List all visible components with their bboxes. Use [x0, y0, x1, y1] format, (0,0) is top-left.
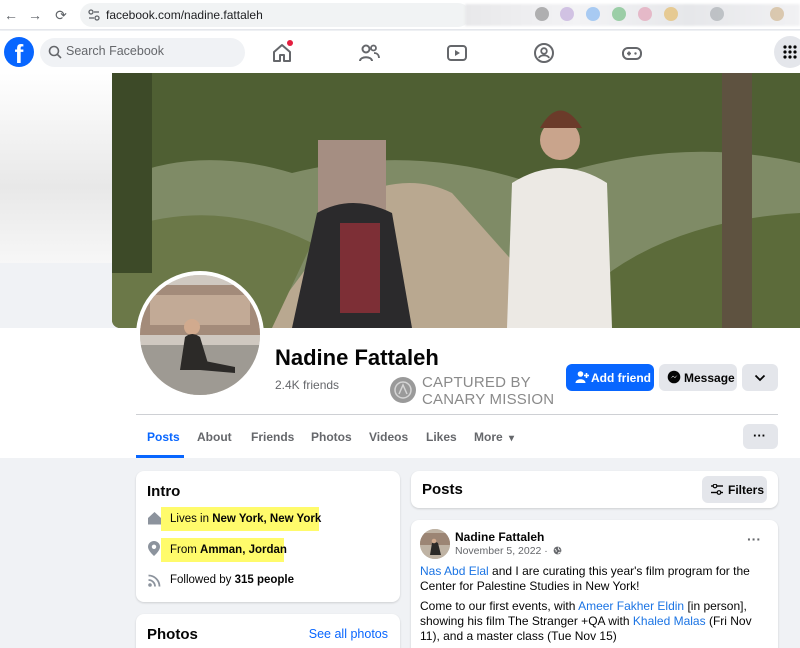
chevron-down-icon: [754, 374, 766, 382]
lives-place-link[interactable]: New York, New York: [212, 513, 321, 525]
tab-posts[interactable]: Posts: [147, 430, 180, 444]
tab-more-label: More: [474, 430, 503, 444]
location-pin-icon: [148, 541, 160, 556]
add-friend-icon: [575, 371, 589, 383]
filters-button[interactable]: Filters: [702, 476, 767, 503]
tab-photos[interactable]: Photos: [311, 430, 352, 444]
add-friend-button[interactable]: Add friend: [566, 364, 654, 391]
active-tab-indicator: [136, 455, 184, 458]
extension-icon[interactable]: [664, 7, 678, 21]
address-bar[interactable]: facebook.com/nadine.fattaleh: [80, 3, 470, 27]
tab-friends[interactable]: Friends: [251, 430, 294, 444]
extension-icon[interactable]: [586, 7, 600, 21]
gaming-icon[interactable]: [620, 41, 644, 65]
filters-label: Filters: [728, 483, 765, 497]
facebook-logo[interactable]: f: [4, 37, 34, 67]
watermark-line-1: CAPTURED BY: [422, 374, 531, 391]
message-label: Message: [684, 371, 735, 385]
post-paragraph-2: Come to our first events, with Ameer Fak…: [420, 599, 770, 644]
tab-about[interactable]: About: [197, 430, 232, 444]
extension-icon[interactable]: [710, 7, 724, 21]
tab-likes[interactable]: Likes: [426, 430, 457, 444]
from-place-link[interactable]: Amman, Jordan: [200, 544, 287, 556]
watermark-logo-icon: [390, 377, 416, 403]
tab-options-button[interactable]: ···: [743, 424, 778, 449]
intro-from: From Amman, Jordan: [170, 544, 287, 556]
reload-icon[interactable]: ⟳: [52, 6, 70, 24]
tab-more[interactable]: More ▾: [474, 430, 514, 444]
messenger-icon: [667, 370, 681, 384]
from-prefix: From: [170, 544, 201, 556]
filters-icon: [711, 484, 723, 495]
extension-icon[interactable]: [612, 7, 626, 21]
lives-prefix: Lives in: [170, 513, 213, 525]
extension-icon[interactable]: [535, 7, 549, 21]
rss-feed-icon: [148, 574, 161, 587]
friends-icon[interactable]: [357, 41, 381, 65]
post-paragraph-1: Nas Abd Elal and I are curating this yea…: [420, 564, 770, 594]
post-author-avatar[interactable]: [420, 529, 450, 559]
photos-title: Photos: [147, 626, 198, 643]
post-card: Nadine Fattaleh November 5, 2022 · ··· N…: [411, 520, 778, 648]
url-text: facebook.com/nadine.fattaleh: [106, 8, 263, 22]
avatar-image: [140, 275, 260, 395]
followers-link[interactable]: 315 people: [235, 574, 294, 586]
profile-name: Nadine Fattaleh: [275, 345, 439, 370]
intro-lives-in: Lives in New York, New York: [170, 513, 321, 525]
facebook-header: f: [0, 31, 800, 73]
extension-icon[interactable]: [770, 7, 784, 21]
back-icon[interactable]: ←: [2, 6, 20, 24]
followed-prefix: Followed by: [170, 574, 235, 586]
mention-link[interactable]: Nas Abd Elal: [420, 564, 489, 578]
profile-picture[interactable]: [136, 271, 264, 399]
browser-toolbar: ← → ⟳ facebook.com/nadine.fattaleh: [0, 0, 800, 30]
post-author-name[interactable]: Nadine Fattaleh: [455, 530, 544, 544]
globe-icon: [553, 546, 562, 555]
home-icon: [148, 512, 161, 525]
watermark-line-2: CANARY MISSION: [422, 391, 555, 408]
extension-icon[interactable]: [560, 7, 574, 21]
grid-menu-icon: [783, 45, 797, 59]
intro-title: Intro: [147, 483, 181, 500]
watch-icon[interactable]: [445, 41, 469, 65]
intro-card: Intro Lives in New York, New York From A…: [136, 471, 400, 602]
extension-icon[interactable]: [638, 7, 652, 21]
posts-header-card: Posts Filters: [411, 471, 778, 508]
add-friend-label: Add friend: [591, 371, 651, 385]
post-options-icon[interactable]: ···: [747, 531, 761, 547]
tab-videos[interactable]: Videos: [369, 430, 408, 444]
profile-divider: [136, 414, 778, 415]
blurred-sidebar: [0, 73, 112, 263]
more-options-icon: ···: [753, 428, 766, 443]
message-button[interactable]: Message: [659, 364, 737, 391]
profile-options-button[interactable]: [742, 364, 778, 391]
photos-card: Photos See all photos: [136, 614, 400, 648]
mention-link[interactable]: Ameer Fakher Eldin: [578, 599, 684, 613]
search-box[interactable]: [40, 38, 245, 67]
post-text: Come to our first events, with: [420, 599, 579, 613]
intro-followed-by: Followed by 315 people: [170, 574, 294, 586]
groups-icon[interactable]: [532, 41, 556, 65]
menu-button[interactable]: [774, 36, 800, 68]
search-icon: [48, 45, 62, 59]
see-all-photos-link[interactable]: See all photos: [309, 627, 388, 641]
notification-dot: [287, 40, 293, 46]
search-input[interactable]: [66, 44, 236, 58]
forward-icon[interactable]: →: [26, 6, 44, 24]
canary-mission-watermark: CAPTURED BY CANARY MISSION: [390, 374, 560, 408]
friends-count[interactable]: 2.4K friends: [275, 378, 339, 392]
caret-down-icon: ▾: [509, 433, 515, 444]
posts-title: Posts: [422, 481, 463, 498]
mention-link[interactable]: Khaled Malas: [633, 614, 706, 628]
site-settings-icon[interactable]: [88, 9, 100, 21]
post-timestamp[interactable]: November 5, 2022 ·: [455, 545, 548, 557]
post-date: November 5, 2022 ·: [455, 545, 562, 557]
extensions-area: [465, 4, 800, 26]
